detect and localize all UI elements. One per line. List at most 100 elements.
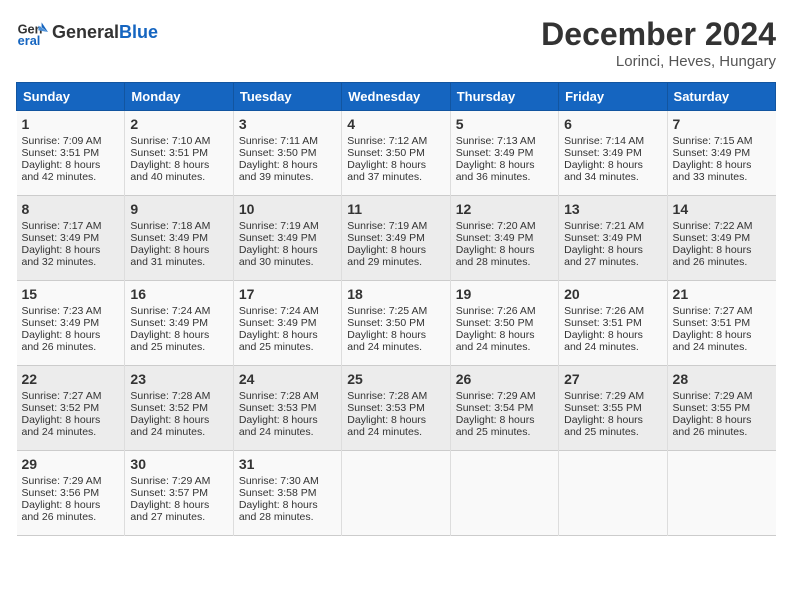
day-number: 8 [22, 201, 120, 217]
day-cell: 5Sunrise: 7:13 AMSunset: 3:49 PMDaylight… [450, 111, 558, 196]
daylight: Daylight: 8 hours and 25 minutes. [239, 329, 318, 353]
daylight: Daylight: 8 hours and 25 minutes. [130, 329, 209, 353]
day-cell: 28Sunrise: 7:29 AMSunset: 3:55 PMDayligh… [667, 366, 775, 451]
calendar-table: SundayMondayTuesdayWednesdayThursdayFrid… [16, 82, 776, 536]
page-title: December 2024 [541, 16, 776, 53]
page-subtitle: Lorinci, Heves, Hungary [541, 53, 776, 70]
day-cell: 7Sunrise: 7:15 AMSunset: 3:49 PMDaylight… [667, 111, 775, 196]
day-cell: 13Sunrise: 7:21 AMSunset: 3:49 PMDayligh… [559, 196, 667, 281]
sunset: Sunset: 3:49 PM [456, 147, 534, 159]
sunrise: Sunrise: 7:23 AM [22, 305, 102, 317]
day-number: 17 [239, 286, 336, 302]
day-cell: 10Sunrise: 7:19 AMSunset: 3:49 PMDayligh… [233, 196, 341, 281]
sunrise: Sunrise: 7:24 AM [239, 305, 319, 317]
day-cell: 2Sunrise: 7:10 AMSunset: 3:51 PMDaylight… [125, 111, 233, 196]
sunset: Sunset: 3:49 PM [239, 317, 317, 329]
daylight: Daylight: 8 hours and 24 minutes. [347, 329, 426, 353]
day-cell [559, 451, 667, 536]
sunset: Sunset: 3:52 PM [130, 402, 208, 414]
week-row-5: 29Sunrise: 7:29 AMSunset: 3:56 PMDayligh… [17, 451, 776, 536]
daylight: Daylight: 8 hours and 32 minutes. [22, 244, 101, 268]
sunrise: Sunrise: 7:12 AM [347, 135, 427, 147]
sunrise: Sunrise: 7:19 AM [347, 220, 427, 232]
day-cell: 9Sunrise: 7:18 AMSunset: 3:49 PMDaylight… [125, 196, 233, 281]
day-cell: 19Sunrise: 7:26 AMSunset: 3:50 PMDayligh… [450, 281, 558, 366]
day-number: 23 [130, 371, 227, 387]
col-header-monday: Monday [125, 83, 233, 111]
day-number: 30 [130, 456, 227, 472]
sunrise: Sunrise: 7:28 AM [130, 390, 210, 402]
svg-text:eral: eral [18, 33, 41, 48]
day-number: 1 [22, 116, 120, 132]
day-cell: 14Sunrise: 7:22 AMSunset: 3:49 PMDayligh… [667, 196, 775, 281]
col-header-thursday: Thursday [450, 83, 558, 111]
day-number: 16 [130, 286, 227, 302]
daylight: Daylight: 8 hours and 29 minutes. [347, 244, 426, 268]
day-number: 3 [239, 116, 336, 132]
col-header-sunday: Sunday [17, 83, 125, 111]
header: Gen eral GeneralBlue December 2024 Lorin… [16, 16, 776, 70]
sunrise: Sunrise: 7:17 AM [22, 220, 102, 232]
week-row-1: 1Sunrise: 7:09 AMSunset: 3:51 PMDaylight… [17, 111, 776, 196]
daylight: Daylight: 8 hours and 33 minutes. [673, 159, 752, 183]
sunset: Sunset: 3:49 PM [347, 232, 425, 244]
sunset: Sunset: 3:49 PM [673, 147, 751, 159]
sunset: Sunset: 3:49 PM [456, 232, 534, 244]
week-row-2: 8Sunrise: 7:17 AMSunset: 3:49 PMDaylight… [17, 196, 776, 281]
day-number: 2 [130, 116, 227, 132]
daylight: Daylight: 8 hours and 24 minutes. [673, 329, 752, 353]
sunrise: Sunrise: 7:29 AM [22, 475, 102, 487]
day-cell [667, 451, 775, 536]
sunrise: Sunrise: 7:22 AM [673, 220, 753, 232]
day-cell: 1Sunrise: 7:09 AMSunset: 3:51 PMDaylight… [17, 111, 125, 196]
day-cell: 26Sunrise: 7:29 AMSunset: 3:54 PMDayligh… [450, 366, 558, 451]
daylight: Daylight: 8 hours and 24 minutes. [130, 414, 209, 438]
daylight: Daylight: 8 hours and 31 minutes. [130, 244, 209, 268]
day-cell: 16 Sunrise: 7:24 AMSunset: 3:49 PMDayligh… [125, 281, 233, 366]
col-header-tuesday: Tuesday [233, 83, 341, 111]
day-cell: 15Sunrise: 7:23 AMSunset: 3:49 PMDayligh… [17, 281, 125, 366]
day-cell [342, 451, 450, 536]
logo-general: General [52, 22, 119, 42]
day-number: 13 [564, 201, 661, 217]
daylight: Daylight: 8 hours and 25 minutes. [564, 414, 643, 438]
day-number: 28 [673, 371, 771, 387]
day-number: 21 [673, 286, 771, 302]
day-cell [450, 451, 558, 536]
sunrise: Sunrise: 7:24 AM [130, 305, 210, 317]
daylight: Daylight: 8 hours and 42 minutes. [22, 159, 101, 183]
sunset: Sunset: 3:49 PM [130, 317, 208, 329]
daylight: Daylight: 8 hours and 36 minutes. [456, 159, 535, 183]
day-cell: 3Sunrise: 7:11 AMSunset: 3:50 PMDaylight… [233, 111, 341, 196]
sunrise: Sunrise: 7:28 AM [347, 390, 427, 402]
sunrise: Sunrise: 7:26 AM [456, 305, 536, 317]
day-number: 6 [564, 116, 661, 132]
sunset: Sunset: 3:54 PM [456, 402, 534, 414]
sunset: Sunset: 3:49 PM [130, 232, 208, 244]
daylight: Daylight: 8 hours and 24 minutes. [239, 414, 318, 438]
day-number: 10 [239, 201, 336, 217]
day-cell: 27Sunrise: 7:29 AMSunset: 3:55 PMDayligh… [559, 366, 667, 451]
daylight: Daylight: 8 hours and 39 minutes. [239, 159, 318, 183]
daylight: Daylight: 8 hours and 30 minutes. [239, 244, 318, 268]
daylight: Daylight: 8 hours and 26 minutes. [22, 329, 101, 353]
sunrise: Sunrise: 7:21 AM [564, 220, 644, 232]
day-cell: 17 Sunrise: 7:24 AMSunset: 3:49 PMDayligh… [233, 281, 341, 366]
week-row-4: 22Sunrise: 7:27 AMSunset: 3:52 PMDayligh… [17, 366, 776, 451]
day-number: 4 [347, 116, 444, 132]
day-cell: 21Sunrise: 7:27 AMSunset: 3:51 PMDayligh… [667, 281, 775, 366]
sunset: Sunset: 3:50 PM [456, 317, 534, 329]
logo-icon: Gen eral [16, 16, 48, 48]
day-number: 22 [22, 371, 120, 387]
sunset: Sunset: 3:49 PM [22, 317, 100, 329]
sunrise: Sunrise: 7:29 AM [456, 390, 536, 402]
day-cell: 22Sunrise: 7:27 AMSunset: 3:52 PMDayligh… [17, 366, 125, 451]
sunrise: Sunrise: 7:29 AM [130, 475, 210, 487]
day-number: 9 [130, 201, 227, 217]
day-number: 24 [239, 371, 336, 387]
sunrise: Sunrise: 7:13 AM [456, 135, 536, 147]
sunrise: Sunrise: 7:19 AM [239, 220, 319, 232]
daylight: Daylight: 8 hours and 24 minutes. [456, 329, 535, 353]
daylight: Daylight: 8 hours and 25 minutes. [456, 414, 535, 438]
sunrise: Sunrise: 7:26 AM [564, 305, 644, 317]
